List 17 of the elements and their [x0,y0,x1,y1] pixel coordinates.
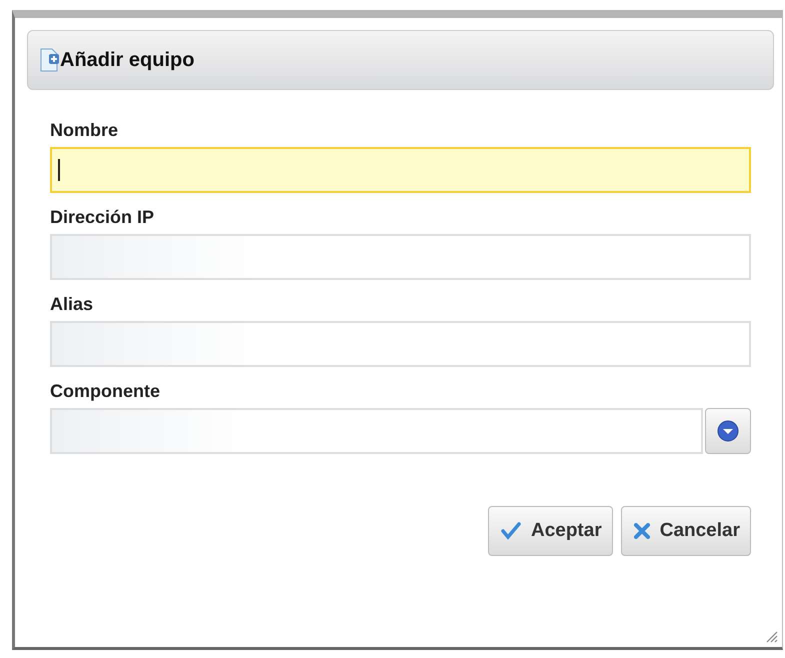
field-label: Componente [50,381,161,402]
field-label: Dirección IP [50,207,156,228]
close-icon [634,523,650,539]
resize-grip-icon [766,631,778,643]
input-field[interactable] [50,321,751,367]
text-cursor [58,159,60,181]
input-field[interactable] [50,147,751,193]
dropdown-button[interactable] [705,408,751,454]
checkmark-icon [500,522,521,540]
field-label: Nombre [50,120,120,141]
cancel-button[interactable]: Cancelar [620,506,751,556]
field-label: Alias [50,294,94,315]
input-field[interactable] [50,234,751,280]
accept-button[interactable]: Aceptar [488,506,613,556]
input-field[interactable] [50,408,703,454]
add-document-icon [40,48,60,72]
dialog-title: Añadir equipo [60,48,194,72]
